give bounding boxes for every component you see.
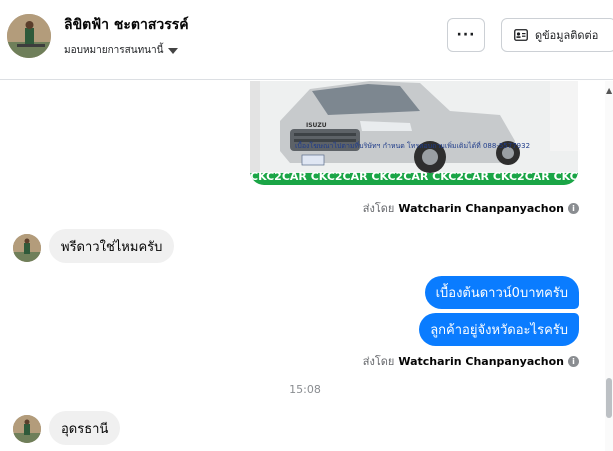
sent-by-prefix: ส่งโดย (362, 355, 395, 368)
contact-avatar-small[interactable] (13, 415, 41, 443)
thread-scrollbar[interactable]: ▲ (605, 81, 613, 451)
contact-avatar[interactable] (7, 14, 51, 58)
shared-car-photo[interactable]: ISUZU เบื้องโฆษณาไปตามที่บริษัทฯ กำหนด โ… (250, 81, 578, 185)
assign-label: มอบหมายการสนทนานี้ (64, 45, 164, 56)
more-options-button[interactable]: ··· (447, 18, 485, 52)
message-thread: ISUZU เบื้องโฆษณาไปตามที่บริษัทฯ กำหนด โ… (0, 81, 605, 451)
photo-watermark: CKC2CAR CKC2CAR CKC2CAR CKC2CAR CKC2CAR … (250, 170, 578, 183)
scroll-up-arrow-icon[interactable]: ▲ (606, 86, 612, 95)
message-timestamp: 15:08 (289, 383, 321, 396)
view-contact-info-button[interactable]: ดูข้อมูลติดต่อ (501, 18, 613, 52)
sent-by-line: ส่งโดย Watcharin Chanpanyachon i (363, 352, 579, 370)
sent-by-line: ส่งโดย Watcharin Chanpanyachon i (363, 199, 579, 217)
sender-name[interactable]: Watcharin Chanpanyachon (398, 355, 564, 368)
info-icon[interactable]: i (568, 355, 579, 367)
outgoing-message[interactable]: เบื้องต้นดาวน์0บาทครับ (424, 276, 579, 309)
caret-down-icon (168, 47, 179, 54)
assign-conversation-dropdown[interactable]: มอบหมายการสนทนานี้ (64, 43, 179, 58)
incoming-message[interactable]: พรีดาวใช่ไหมครับ (49, 229, 175, 263)
scrollbar-thumb[interactable] (606, 378, 612, 418)
car-brand-logo: ISUZU (306, 122, 327, 129)
outgoing-message[interactable]: ลูกค้าอยู่จังหวัดอะไรครับ (419, 313, 579, 346)
photo-caption: เบื้องโฆษณาไปตามที่บริษัทฯ กำหนด โทรสอบถ… (295, 142, 531, 150)
sent-by-prefix: ส่งโดย (362, 202, 395, 215)
info-icon[interactable]: i (568, 202, 579, 214)
contact-avatar-small[interactable] (13, 234, 41, 262)
conversation-header: ลิขิตฟ้า ชะตาสวรรค์ มอบหมายการสนทนานี้ ·… (0, 0, 613, 80)
sender-name[interactable]: Watcharin Chanpanyachon (398, 202, 564, 215)
contact-name[interactable]: ลิขิตฟ้า ชะตาสวรรค์ (64, 14, 189, 36)
contact-card-icon (514, 29, 528, 41)
incoming-message[interactable]: อุดรธานี (49, 411, 121, 445)
view-contact-info-label: ดูข้อมูลติดต่อ (535, 29, 599, 42)
